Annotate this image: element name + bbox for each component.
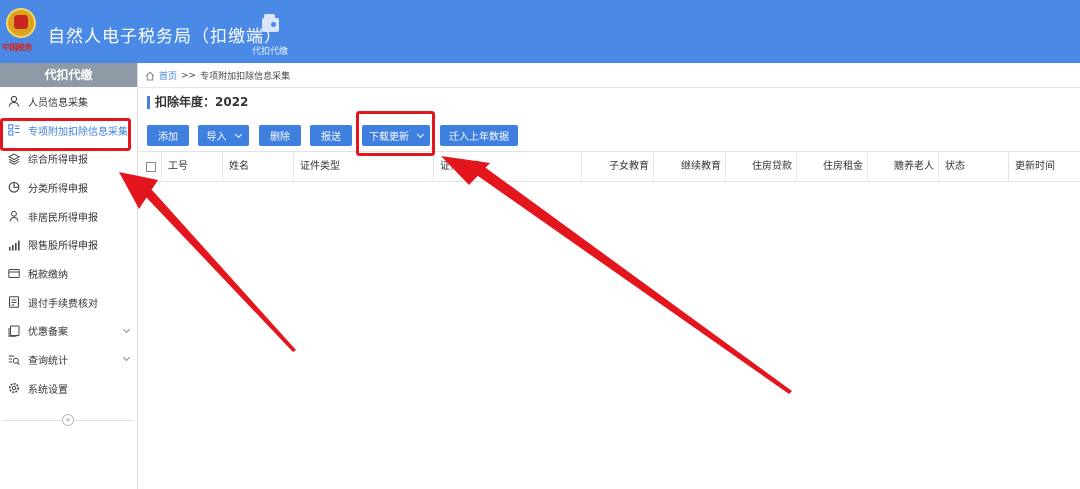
sidebar-item-tax-payment[interactable]: 税款缴纳 xyxy=(0,259,137,288)
column-header-housing-rent[interactable]: 住房租金 xyxy=(796,152,867,181)
home-icon xyxy=(145,71,155,80)
sidebar-item-label: 限售股所得申报 xyxy=(28,241,98,253)
person-outline-icon xyxy=(9,210,19,222)
import-button-label: 导入 xyxy=(206,132,227,143)
sidebar-item-fee-refund-check[interactable]: 退付手续费核对 xyxy=(0,288,137,317)
sidebar-item-label: 综合所得申报 xyxy=(28,155,88,167)
sidebar-item-label: 人员信息采集 xyxy=(28,97,88,109)
sidebar-item-preferential-filing[interactable]: 优惠备案 xyxy=(0,317,137,346)
sidebar-item-label: 税款缴纳 xyxy=(28,269,68,281)
sidebar-item-label: 退付手续费核对 xyxy=(28,298,98,310)
column-header-continuing-education[interactable]: 继续教育 xyxy=(653,152,725,181)
top-nav-withholding[interactable]: 代扣代缴 xyxy=(245,8,295,60)
top-header: 中国税务 自然人电子税务局（扣缴端） 代扣代缴 xyxy=(0,0,1080,63)
sidebar-item-query-statistics[interactable]: 查询统计 xyxy=(0,345,137,374)
deduction-year-title: 扣除年度：2022 xyxy=(147,96,248,109)
main-content: 首页 >> 专项附加扣除信息采集 扣除年度：2022 添加 导入 删除 报送 下… xyxy=(139,63,1080,489)
annotation-highlight-sidebar xyxy=(0,118,131,151)
column-header-housing-loan[interactable]: 住房贷款 xyxy=(725,152,796,181)
sidebar-item-label: 非居民所得申报 xyxy=(28,212,98,224)
search-list-icon xyxy=(8,355,20,365)
wallet-icon xyxy=(8,269,20,279)
data-table-header: 工号 姓名 证件类型 证件号码 子女教育 继续教育 住房贷款 住房租金 赡养老人… xyxy=(139,151,1080,182)
sidebar-item-label: 优惠备案 xyxy=(28,327,68,339)
chevron-down-icon[interactable] xyxy=(122,354,131,362)
person-icon xyxy=(8,96,20,107)
sidebar-item-nonresident-income[interactable]: 非居民所得申报 xyxy=(0,202,137,231)
sidebar-item-personnel-info[interactable]: 人员信息采集 xyxy=(0,87,137,116)
column-header-id-number[interactable]: 证件号码 xyxy=(433,152,581,181)
collapse-sidebar-icon[interactable]: « xyxy=(62,414,74,426)
breadcrumb-home-link[interactable]: 首页 xyxy=(159,69,177,82)
column-header-update-time[interactable]: 更新时间 xyxy=(1008,152,1080,181)
column-header-id-type[interactable]: 证件类型 xyxy=(293,152,433,181)
submit-button[interactable]: 报送 xyxy=(310,125,352,146)
bar-chart-icon xyxy=(9,240,20,251)
annotation-highlight-download xyxy=(356,111,435,156)
delete-button-label: 删除 xyxy=(270,132,290,143)
sidebar-item-label: 分类所得申报 xyxy=(28,183,88,195)
chevron-down-icon[interactable] xyxy=(122,325,131,333)
breadcrumb-divider xyxy=(139,87,1080,88)
import-dropdown-button[interactable]: 导入 xyxy=(198,125,249,146)
delete-button[interactable]: 删除 xyxy=(259,125,301,146)
migrate-last-year-button[interactable]: 迁入上年数据 xyxy=(440,125,518,146)
pie-chart-icon xyxy=(8,182,20,194)
sidebar-item-system-settings[interactable]: 系统设置 xyxy=(0,374,137,403)
breadcrumb: 首页 >> 专项附加扣除信息采集 xyxy=(145,69,290,82)
layers-icon xyxy=(8,153,20,165)
sidebar-item-label: 系统设置 xyxy=(28,384,68,396)
migrate-last-year-label: 迁入上年数据 xyxy=(449,132,509,143)
document-icon xyxy=(9,296,19,308)
select-all-checkbox[interactable] xyxy=(146,162,156,172)
column-header-employee-id[interactable]: 工号 xyxy=(161,152,222,181)
wallet-icon xyxy=(262,14,279,32)
copy-icon xyxy=(8,325,20,337)
add-button-label: 添加 xyxy=(158,132,178,143)
sidebar-item-restricted-stock[interactable]: 限售股所得申报 xyxy=(0,230,137,259)
sidebar-heading: 代扣代缴 xyxy=(0,63,137,87)
column-header-name[interactable]: 姓名 xyxy=(222,152,293,181)
tax-emblem-icon xyxy=(6,8,36,38)
breadcrumb-current: 专项附加扣除信息采集 xyxy=(200,72,291,82)
sidebar-item-label: 查询统计 xyxy=(28,356,68,368)
chevron-down-icon xyxy=(234,130,242,138)
breadcrumb-separator: >> xyxy=(181,70,197,81)
top-nav-label: 代扣代缴 xyxy=(251,47,288,57)
gear-icon xyxy=(9,383,19,394)
column-header-status[interactable]: 状态 xyxy=(938,152,1008,181)
add-button[interactable]: 添加 xyxy=(147,125,189,146)
app-window: 中国税务 自然人电子税务局（扣缴端） 代扣代缴 代扣代缴 人员信息采集 专项附加… xyxy=(0,0,1080,489)
sidebar-item-classified-income[interactable]: 分类所得申报 xyxy=(0,173,137,202)
column-header-elderly-support[interactable]: 赡养老人 xyxy=(867,152,938,181)
emblem-caption: 中国税务 xyxy=(2,43,33,52)
column-header-child-education[interactable]: 子女教育 xyxy=(581,152,653,181)
submit-button-label: 报送 xyxy=(321,132,341,143)
